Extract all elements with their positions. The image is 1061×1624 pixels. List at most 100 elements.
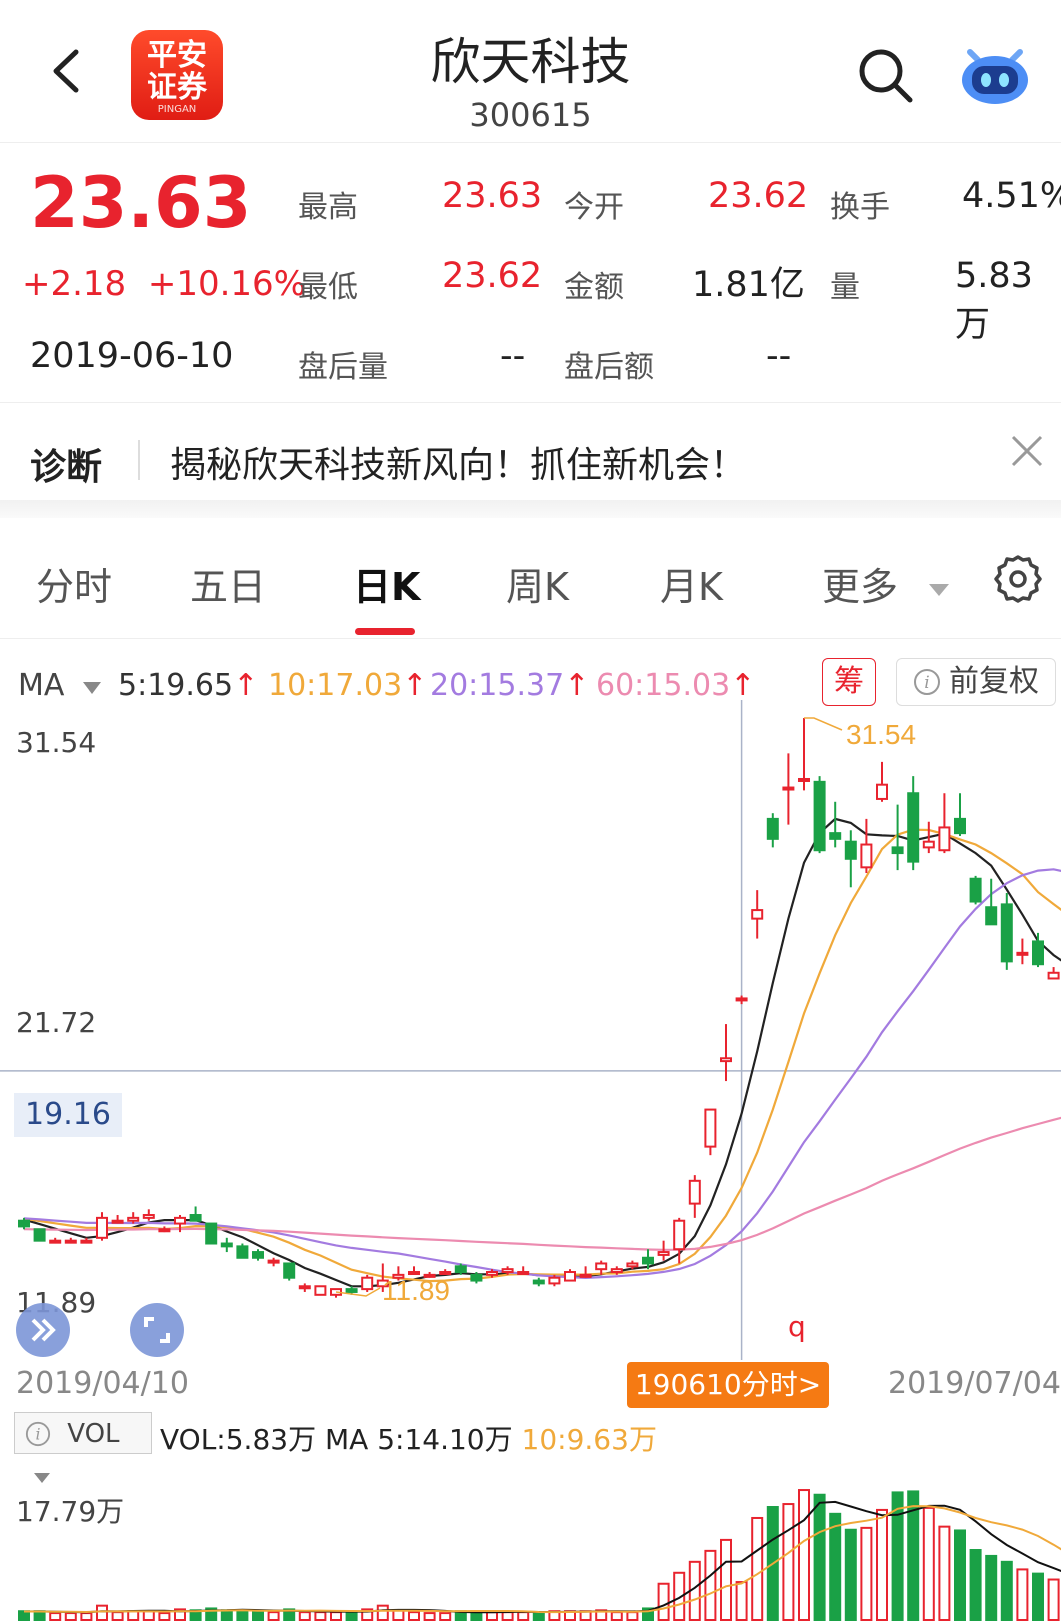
candle-body: [876, 783, 888, 800]
candle-body: [454, 1265, 467, 1274]
ma-label: MA: [18, 668, 65, 703]
candle-body: [954, 817, 966, 835]
candle-body: [1000, 903, 1013, 963]
candle-body: [657, 1251, 670, 1256]
candle-body: [158, 1228, 171, 1233]
chart-annotations: 31.54 11.89: [335, 717, 916, 1306]
tab-intraday[interactable]: 分时: [36, 556, 112, 611]
volume-bar: [969, 1549, 982, 1621]
candle-body: [985, 906, 998, 926]
candle-body: [220, 1242, 233, 1248]
svg-text:i: i: [35, 1425, 40, 1444]
candle-body: [813, 780, 826, 852]
chart-grid: [0, 700, 1061, 1360]
double-chevron-icon: [31, 1318, 56, 1342]
divider: [138, 440, 140, 480]
tab-more[interactable]: 更多: [822, 556, 950, 611]
assistant-robot-icon[interactable]: [960, 42, 1030, 106]
volume-bar: [782, 1503, 795, 1621]
candle-body: [532, 1279, 545, 1285]
candles: [18, 718, 1060, 1298]
amount-label: 金额: [564, 270, 624, 305]
volume-bar: [751, 1516, 764, 1621]
tab-more-label: 更多: [822, 565, 899, 609]
open-label: 今开: [564, 190, 624, 225]
ma10-line: [23, 828, 1061, 1283]
volume-bar: [798, 1489, 810, 1622]
min-price-label: 11.89: [382, 1275, 450, 1306]
candle-body: [49, 1239, 62, 1244]
tab-weekly-k[interactable]: 周K: [506, 556, 569, 611]
current-price: 23.63: [30, 162, 252, 244]
gear-icon[interactable]: [993, 554, 1043, 604]
candle-body: [267, 1259, 280, 1264]
candle-body: [673, 1219, 686, 1251]
chevron-down-icon: [82, 682, 101, 694]
change-value: +2.18: [22, 264, 127, 304]
volume-bar: [423, 1612, 436, 1621]
vol-value: VOL:5.83万: [160, 1423, 317, 1456]
min-price-leader: [335, 1287, 381, 1297]
volume-bar: [1000, 1560, 1013, 1622]
after-hours-amount-value: --: [766, 336, 792, 376]
chip-distribution-button[interactable]: 筹: [822, 658, 876, 706]
volume-bar: [18, 1610, 30, 1622]
date-axis-start: 2019/04/10: [16, 1366, 189, 1401]
expand-chart-button[interactable]: [16, 1303, 70, 1357]
candle-body: [80, 1239, 93, 1244]
intraday-jump-button[interactable]: 190610分时>: [627, 1362, 829, 1408]
after-hours-amount-label: 盘后额: [564, 350, 654, 385]
high-value: 23.63: [442, 176, 543, 216]
turnover-value: 4.51%: [962, 176, 1061, 216]
volume-bar: [704, 1549, 717, 1621]
candle-body: [829, 832, 842, 840]
volume-bar: [330, 1611, 342, 1622]
candle-body: [704, 1108, 717, 1148]
close-icon[interactable]: [1010, 434, 1044, 468]
volume-bar: [720, 1538, 732, 1621]
candle-body: [486, 1271, 498, 1276]
candle-body: [314, 1285, 327, 1296]
diagnosis-link[interactable]: 揭秘欣天科技新风向！抓住新机会！: [170, 436, 746, 488]
date-axis-end: 2019/07/04: [888, 1366, 1061, 1401]
volume-bar: [298, 1611, 311, 1622]
volume-bar: [860, 1526, 873, 1621]
adjust-mode-button[interactable]: i 前复权: [896, 658, 1056, 706]
vol-ma5-line: [23, 1500, 1061, 1614]
candle-body: [517, 1271, 530, 1276]
volume-bar: [876, 1508, 888, 1622]
tab-daily-k[interactable]: 日K: [353, 556, 420, 611]
volume-indicator-selector[interactable]: i VOL: [14, 1412, 152, 1483]
candle-body: [189, 1214, 202, 1222]
ma20-value: 20:15.37↑: [430, 668, 590, 703]
volume-bar: [64, 1612, 77, 1621]
volume-chart[interactable]: [0, 1460, 1061, 1624]
search-icon[interactable]: [856, 46, 914, 104]
volume-bar: [80, 1612, 93, 1621]
candle-body: [96, 1216, 108, 1239]
volume-bar: [1047, 1578, 1060, 1621]
candle-body: [283, 1262, 296, 1279]
ma10-value: 10:17.03↑: [268, 668, 428, 703]
candle-body: [1047, 971, 1060, 980]
candle-body: [548, 1276, 561, 1285]
fullscreen-button[interactable]: [130, 1303, 184, 1357]
volume-bar: [220, 1609, 233, 1622]
candle-body: [252, 1251, 264, 1259]
volume-bar: [532, 1611, 545, 1622]
tab-five-day[interactable]: 五日: [190, 556, 266, 611]
candle-body: [33, 1228, 46, 1242]
ma-selector[interactable]: MA: [18, 668, 102, 703]
kline-chart[interactable]: 31.54 11.89: [0, 700, 1061, 1360]
candle-body: [64, 1239, 77, 1244]
volume-bar: [345, 1611, 358, 1622]
divider: [0, 638, 1061, 639]
candle-body: [860, 843, 873, 869]
ma5-value: 5:19.65↑: [118, 668, 259, 703]
volume-bar: [1032, 1572, 1044, 1621]
candle-body: [470, 1273, 483, 1282]
tab-monthly-k[interactable]: 月K: [660, 556, 723, 611]
candle-body: [922, 840, 935, 849]
candle-body: [844, 840, 857, 860]
volume-bar: [111, 1611, 124, 1622]
